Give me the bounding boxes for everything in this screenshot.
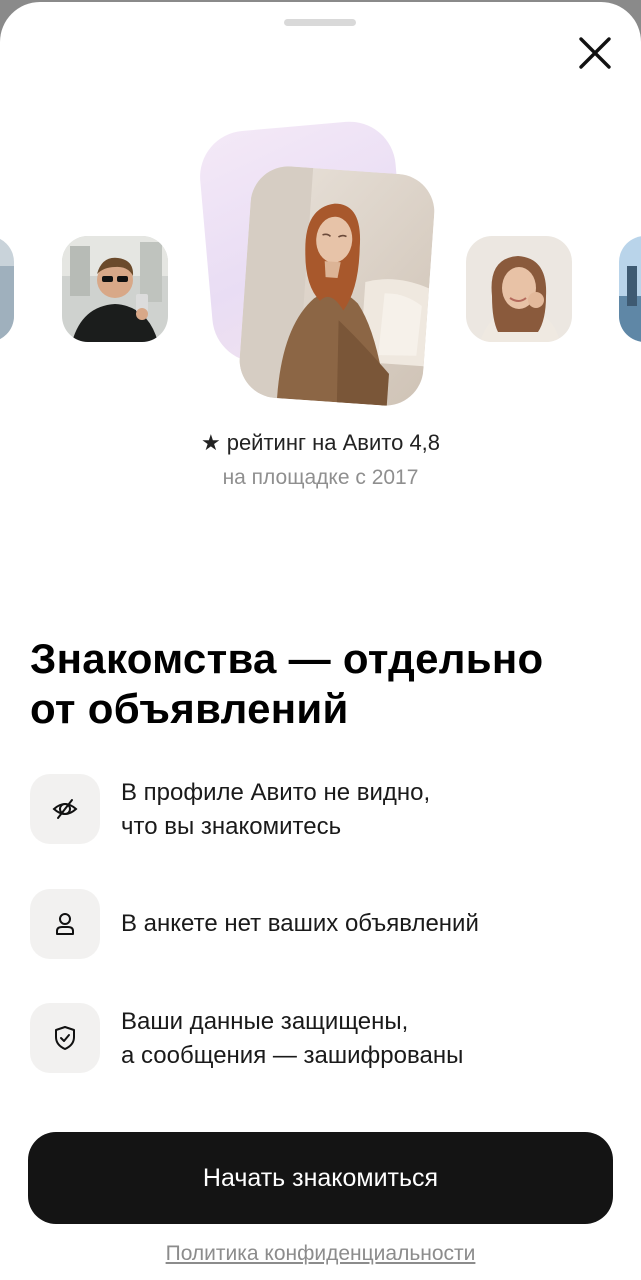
privacy-policy-link[interactable]: Политика конфиденциальности bbox=[0, 1242, 641, 1266]
main-profile-photo[interactable] bbox=[237, 163, 437, 409]
rating-label: рейтинг на Авито 4,8 bbox=[226, 430, 441, 455]
profile-photo[interactable] bbox=[466, 236, 572, 342]
page-title: Знакомства — отдельно от объявлений bbox=[30, 635, 544, 732]
profile-photo-carousel[interactable] bbox=[0, 117, 641, 422]
shield-check-icon bbox=[55, 1026, 75, 1050]
icon-tile bbox=[30, 889, 100, 959]
close-button[interactable] bbox=[570, 28, 620, 78]
eye-off-icon bbox=[52, 799, 78, 819]
sheet-grabber[interactable] bbox=[284, 19, 356, 26]
rating-line: ★ рейтинг на Авито 4,8 bbox=[0, 430, 641, 456]
close-icon bbox=[579, 37, 611, 69]
feature-text: Ваши данные защищены, а сообщения — заши… bbox=[121, 1008, 464, 1069]
feature-text: В анкете нет ваших объявлений bbox=[121, 910, 479, 937]
profile-photo[interactable] bbox=[0, 236, 14, 342]
feature-item: В профиле Авито не видно, что вы знакоми… bbox=[30, 774, 620, 846]
icon-tile bbox=[30, 774, 100, 844]
start-dating-button[interactable]: Начать знакомиться bbox=[28, 1132, 613, 1224]
profile-photo[interactable] bbox=[62, 236, 168, 342]
feature-item: Ваши данные защищены, а сообщения — заши… bbox=[30, 1003, 620, 1075]
member-since-label: на площадке с 2017 bbox=[222, 466, 419, 489]
star-icon: ★ bbox=[200, 430, 221, 455]
profile-photo[interactable] bbox=[619, 236, 641, 342]
feature-item: В анкете нет ваших объявлений bbox=[30, 889, 620, 961]
icon-tile bbox=[30, 1003, 100, 1073]
person-icon bbox=[56, 913, 74, 935]
feature-text: В профиле Авито не видно, что вы знакоми… bbox=[121, 779, 431, 840]
bottom-sheet: ★ рейтинг на Авито 4,8 на площадке с 2017… bbox=[0, 2, 641, 1280]
